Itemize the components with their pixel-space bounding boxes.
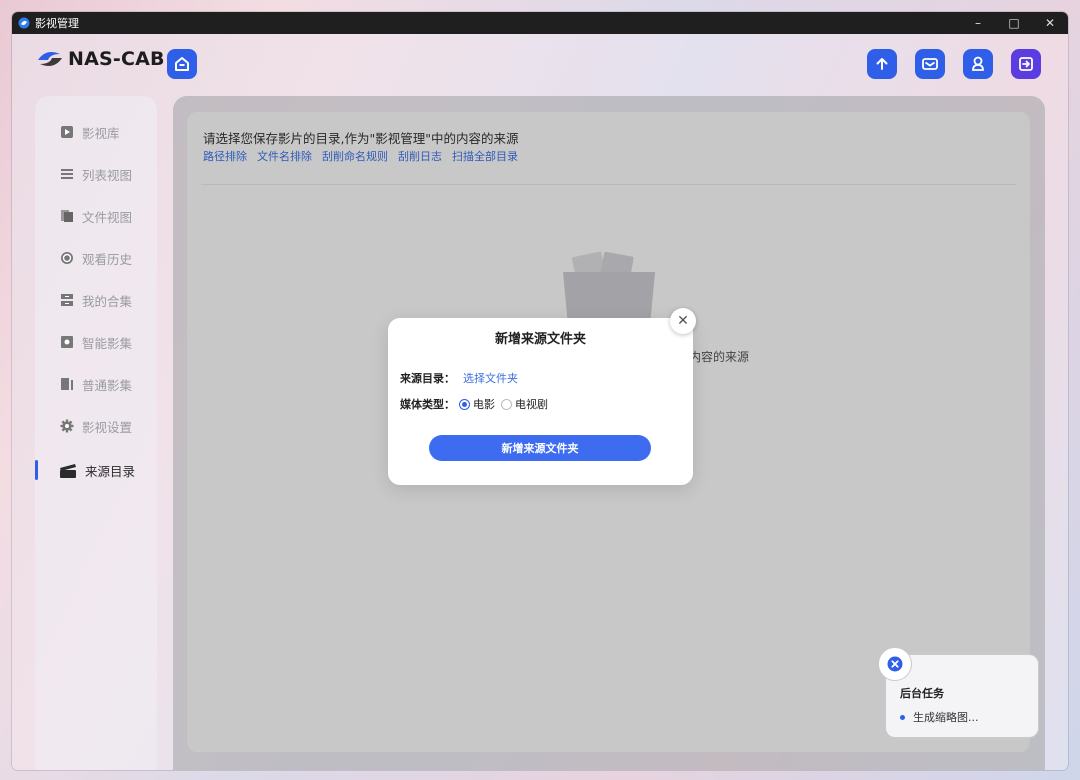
radio-tv-series[interactable]: 电视剧	[501, 396, 548, 412]
close-icon: ✕	[677, 313, 689, 329]
media-type-label: 媒体类型：	[400, 398, 455, 411]
gear-icon	[59, 419, 74, 434]
task-item: 生成缩略图...	[900, 709, 979, 725]
clock-icon	[59, 251, 74, 266]
upload-icon	[876, 58, 888, 70]
mail-button[interactable]	[915, 49, 945, 79]
media-type-row: 媒体类型： 电影 电视剧	[400, 396, 554, 412]
window-title: 影视管理	[35, 17, 79, 30]
dialog-title: 新增来源文件夹	[494, 332, 586, 347]
home-button[interactable]	[167, 49, 197, 79]
sidebar-item-list-view[interactable]: 列表视图	[59, 163, 132, 185]
sidebar: 影视库 列表视图 文件视图 观看历史 我的合集 智能影集 普通影集 影视设置 来…	[35, 96, 157, 770]
sidebar-item-label: 普通影集	[82, 377, 133, 393]
tasks-title: 后台任务	[900, 687, 944, 700]
list-icon	[59, 167, 74, 182]
minimize-button[interactable]: –	[960, 12, 996, 34]
sidebar-item-label: 文件视图	[82, 209, 133, 225]
sidebar-item-label: 来源目录	[85, 463, 136, 479]
smart-album-icon	[59, 335, 74, 350]
brand-logo-icon	[38, 52, 62, 66]
upload-button[interactable]	[867, 49, 897, 79]
bullet-icon	[900, 714, 905, 720]
collection-icon	[59, 293, 74, 308]
maximize-button[interactable]: □	[996, 12, 1032, 34]
files-icon	[59, 209, 74, 224]
app-header: NAS-CAB	[12, 34, 1068, 96]
sidebar-item-label: 观看历史	[82, 251, 133, 267]
sidebar-item-label: 影视库	[82, 125, 120, 141]
dialog-close-button[interactable]: ✕	[670, 308, 696, 334]
radio-movie[interactable]: 电影	[459, 396, 495, 412]
task-panel-close-button[interactable]	[878, 647, 912, 681]
source-label: 来源目录：	[400, 372, 455, 385]
sidebar-item-file-view[interactable]: 文件视图	[59, 205, 132, 227]
choose-folder-link[interactable]: 选择文件夹	[463, 370, 518, 386]
radio-dot	[501, 398, 512, 410]
clapper-icon	[59, 463, 77, 478]
user-icon	[972, 56, 984, 71]
close-circle-icon	[887, 656, 903, 672]
add-source-dialog: 新增来源文件夹 ✕ 来源目录： 选择文件夹 媒体类型： 电影 电视剧 新增来源文…	[388, 308, 696, 485]
logo[interactable]: NAS-CAB	[36, 48, 165, 70]
app-window: 影视管理 – □ ✕ NAS-CAB 影视库 列表视图 文件视图 观看历史 我的…	[12, 12, 1068, 770]
logo-text: NAS-CAB	[68, 48, 165, 70]
sidebar-item-label: 智能影集	[82, 335, 133, 351]
sidebar-item-my-collections[interactable]: 我的合集	[59, 289, 132, 311]
sidebar-item-label: 影视设置	[82, 419, 133, 435]
task-item-label: 生成缩略图...	[913, 711, 979, 724]
radio-dot-selected	[459, 398, 470, 410]
app-logo-icon	[18, 17, 30, 29]
logout-button[interactable]	[1011, 49, 1041, 79]
sidebar-item-history[interactable]: 观看历史	[59, 247, 132, 269]
mail-icon	[922, 58, 938, 70]
sidebar-item-smart-album[interactable]: 智能影集	[59, 331, 132, 353]
sidebar-item-label: 列表视图	[82, 167, 133, 183]
play-square-icon	[59, 125, 74, 140]
active-indicator	[35, 460, 38, 480]
sidebar-item-album[interactable]: 普通影集	[59, 373, 132, 395]
title-bar: 影视管理 – □ ✕	[12, 12, 1068, 34]
home-icon	[175, 57, 189, 71]
sidebar-item-settings[interactable]: 影视设置	[59, 415, 132, 437]
source-row: 来源目录： 选择文件夹	[400, 370, 518, 386]
add-source-button[interactable]: 新增来源文件夹	[429, 435, 651, 461]
background-tasks-panel: 后台任务 生成缩略图...	[878, 647, 1039, 738]
close-window-button[interactable]: ✕	[1032, 12, 1068, 34]
radio-label: 电视剧	[515, 398, 548, 411]
logout-icon	[1019, 57, 1033, 71]
album-icon	[59, 377, 74, 392]
sidebar-item-library[interactable]: 影视库	[59, 121, 120, 143]
user-button[interactable]	[963, 49, 993, 79]
sidebar-item-source-directory[interactable]: 来源目录	[35, 459, 136, 481]
radio-label: 电影	[473, 398, 495, 411]
sidebar-item-label: 我的合集	[82, 293, 133, 309]
